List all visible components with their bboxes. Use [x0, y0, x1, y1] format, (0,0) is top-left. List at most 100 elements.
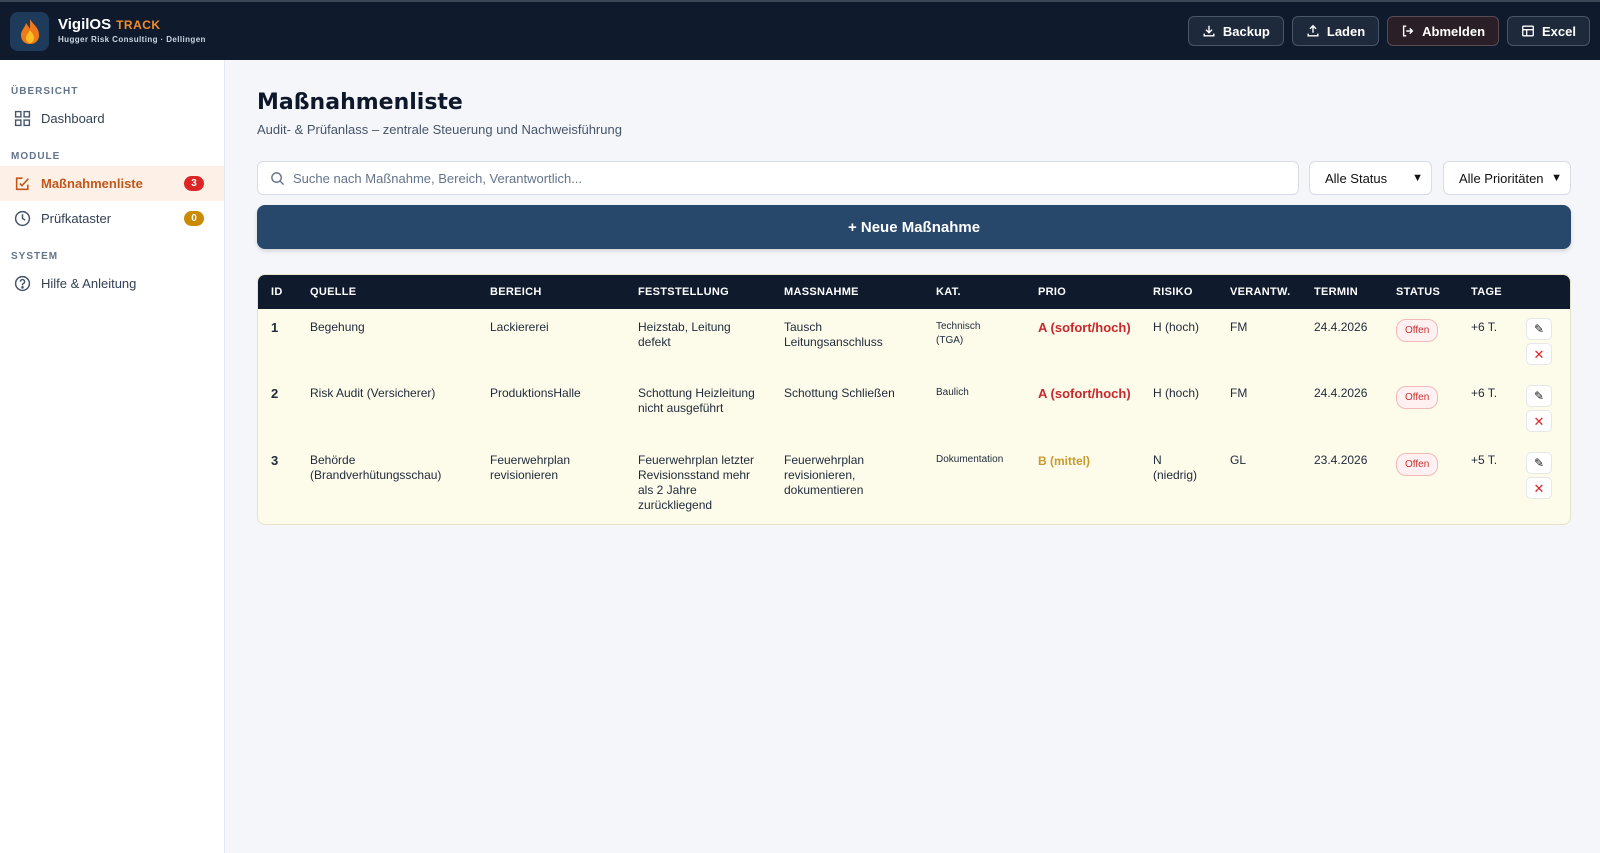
sidebar-item-label: Maßnahmenliste — [41, 176, 143, 191]
cell-prio: B (mittel) — [1038, 454, 1090, 468]
cell-feststellung: Schottung Heizleitung nicht ausgeführt — [638, 386, 755, 415]
table-row: 1 Begehung Lackiererei Heizstab, Leitung… — [258, 309, 1570, 376]
cell-tage: +5 T. — [1471, 453, 1498, 467]
section-label-module: MODULE — [11, 151, 61, 162]
priority-filter-select[interactable]: Alle Prioritäten ▼ — [1443, 161, 1571, 195]
cell-termin: 23.4.2026 — [1314, 453, 1368, 467]
sidebar-item-label: Prüfkataster — [41, 211, 112, 226]
cell-feststellung: Heizstab, Leitung defekt — [638, 320, 731, 349]
logout-icon — [1403, 25, 1414, 37]
header-status: STATUS — [1396, 286, 1441, 298]
count-badge: 0 — [184, 211, 204, 226]
excel-button[interactable]: Excel — [1507, 16, 1590, 46]
cell-id: 3 — [271, 453, 279, 468]
sidebar: ÜBERSICHT Dashboard MODULE Maßnahmenlist… — [0, 60, 225, 853]
page-subtitle: Audit- & Prüfanlass – zentrale Steuerung… — [257, 122, 622, 137]
cell-quelle: Behörde (Brandverhütungsschau) — [310, 453, 442, 482]
sidebar-item-pruefkataster[interactable]: Prüfkataster 0 — [0, 201, 224, 236]
cell-feststellung: Feuerwehrplan letzter Revisionsstand meh… — [638, 453, 755, 512]
new-measure-button[interactable]: + Neue Maßnahme — [257, 205, 1571, 249]
app-name-accent: TRACK — [116, 18, 161, 33]
header-verantw: VERANTW. — [1230, 286, 1291, 298]
search-input[interactable] — [293, 170, 1298, 186]
checkbox-edit-icon — [15, 177, 29, 191]
download-icon — [1203, 25, 1215, 37]
backup-button[interactable]: Backup — [1187, 16, 1284, 46]
cell-tage: +6 T. — [1471, 386, 1498, 400]
cell-bereich: Feuerwehrplan revisionieren — [490, 453, 571, 482]
flame-icon — [20, 19, 39, 44]
measures-table: ID QUELLE BEREICH FESTSTELLUNG MASSNAHME… — [257, 274, 1571, 525]
sidebar-item-label: Hilfe & Anleitung — [41, 276, 137, 291]
header-risiko: RISIKO — [1153, 286, 1193, 298]
cell-massnahme: Tausch Leitungsanschluss — [784, 320, 883, 349]
abmelden-button[interactable]: Abmelden — [1387, 16, 1500, 46]
cell-bereich: ProduktionsHalle — [490, 386, 581, 400]
cell-id: 2 — [271, 386, 279, 401]
delete-button[interactable]: ✕ — [1526, 343, 1552, 365]
upload-icon — [1307, 24, 1319, 37]
laden-label: Laden — [1326, 23, 1366, 39]
clock-icon — [14, 210, 31, 227]
table-row: 2 Risk Audit (Versicherer) ProduktionsHa… — [258, 376, 1570, 443]
status-badge: Offen — [1396, 453, 1439, 476]
page-title: Maßnahmenliste — [257, 90, 463, 115]
app-subtitle: Hugger Risk Consulting · Dellingen — [58, 34, 206, 44]
header-kat: KAT. — [936, 286, 961, 298]
cell-prio: A (sofort/hoch) — [1038, 320, 1131, 335]
sidebar-item-dashboard[interactable]: Dashboard — [0, 101, 224, 136]
sidebar-item-massnahmenliste[interactable]: Maßnahmenliste 3 — [0, 166, 224, 201]
header-bereich: BEREICH — [490, 286, 542, 298]
status-badge: Offen — [1396, 386, 1439, 409]
search-icon — [271, 171, 285, 185]
cell-quelle: Begehung — [310, 320, 365, 334]
cell-kat: Dokumentation — [936, 454, 1004, 465]
chevron-down-icon: ▼ — [1551, 172, 1562, 184]
laden-button[interactable]: Laden — [1291, 16, 1380, 46]
pencil-icon: ✎ — [1533, 455, 1545, 470]
cell-kat: Baulich — [936, 387, 969, 398]
status-badge: Offen — [1396, 319, 1439, 342]
delete-button[interactable]: ✕ — [1526, 477, 1552, 499]
close-icon: ✕ — [1533, 480, 1545, 496]
edit-button[interactable]: ✎ — [1526, 452, 1552, 474]
section-label-overview: ÜBERSICHT — [11, 86, 79, 97]
table-icon — [1522, 25, 1534, 37]
app-name: VigilOS — [58, 16, 112, 34]
edit-button[interactable]: ✎ — [1526, 385, 1552, 407]
edit-button[interactable]: ✎ — [1526, 318, 1552, 340]
app-logo — [10, 11, 49, 51]
status-filter-select[interactable]: Alle Status ▼ — [1309, 161, 1432, 195]
cell-termin: 24.4.2026 — [1314, 320, 1368, 334]
cell-id: 1 — [271, 320, 279, 335]
sidebar-item-label: Dashboard — [41, 111, 105, 126]
close-icon: ✕ — [1533, 413, 1545, 429]
cell-bereich: Lackiererei — [490, 320, 549, 334]
chevron-down-icon: ▼ — [1412, 172, 1423, 184]
cell-tage: +6 T. — [1471, 320, 1498, 334]
cell-quelle: Risk Audit (Versicherer) — [310, 386, 436, 400]
section-label-system: SYSTEM — [11, 251, 59, 262]
grid-icon — [14, 110, 31, 127]
status-filter-value: Alle Status — [1325, 170, 1388, 186]
table-row: 3 Behörde (Brandverhütungsschau) Feuerwe… — [258, 443, 1570, 524]
header-quelle: QUELLE — [310, 286, 357, 298]
cell-kat: Technisch (TGA) — [936, 321, 981, 346]
cell-massnahme: Feuerwehrplan revisionieren, dokumentier… — [784, 453, 865, 497]
top-bar: VigilOS TRACK Hugger Risk Consulting · De… — [0, 0, 1600, 60]
excel-label: Excel — [1542, 23, 1576, 39]
cell-verantw: FM — [1230, 386, 1248, 400]
cell-verantw: GL — [1230, 453, 1247, 467]
cell-risiko: H (hoch) — [1153, 320, 1200, 334]
delete-button[interactable]: ✕ — [1526, 410, 1552, 432]
sidebar-item-hilfe[interactable]: Hilfe & Anleitung — [0, 266, 224, 301]
count-badge: 3 — [184, 176, 204, 191]
header-massnahme: MASSNAHME — [784, 286, 859, 298]
cell-risiko: N (niedrig) — [1153, 453, 1198, 482]
cell-verantw: FM — [1230, 320, 1248, 334]
header-feststellung: FESTSTELLUNG — [638, 286, 729, 298]
abmelden-label: Abmelden — [1422, 23, 1486, 39]
help-icon — [14, 275, 31, 292]
search-box — [257, 161, 1299, 195]
header-termin: TERMIN — [1314, 286, 1358, 298]
